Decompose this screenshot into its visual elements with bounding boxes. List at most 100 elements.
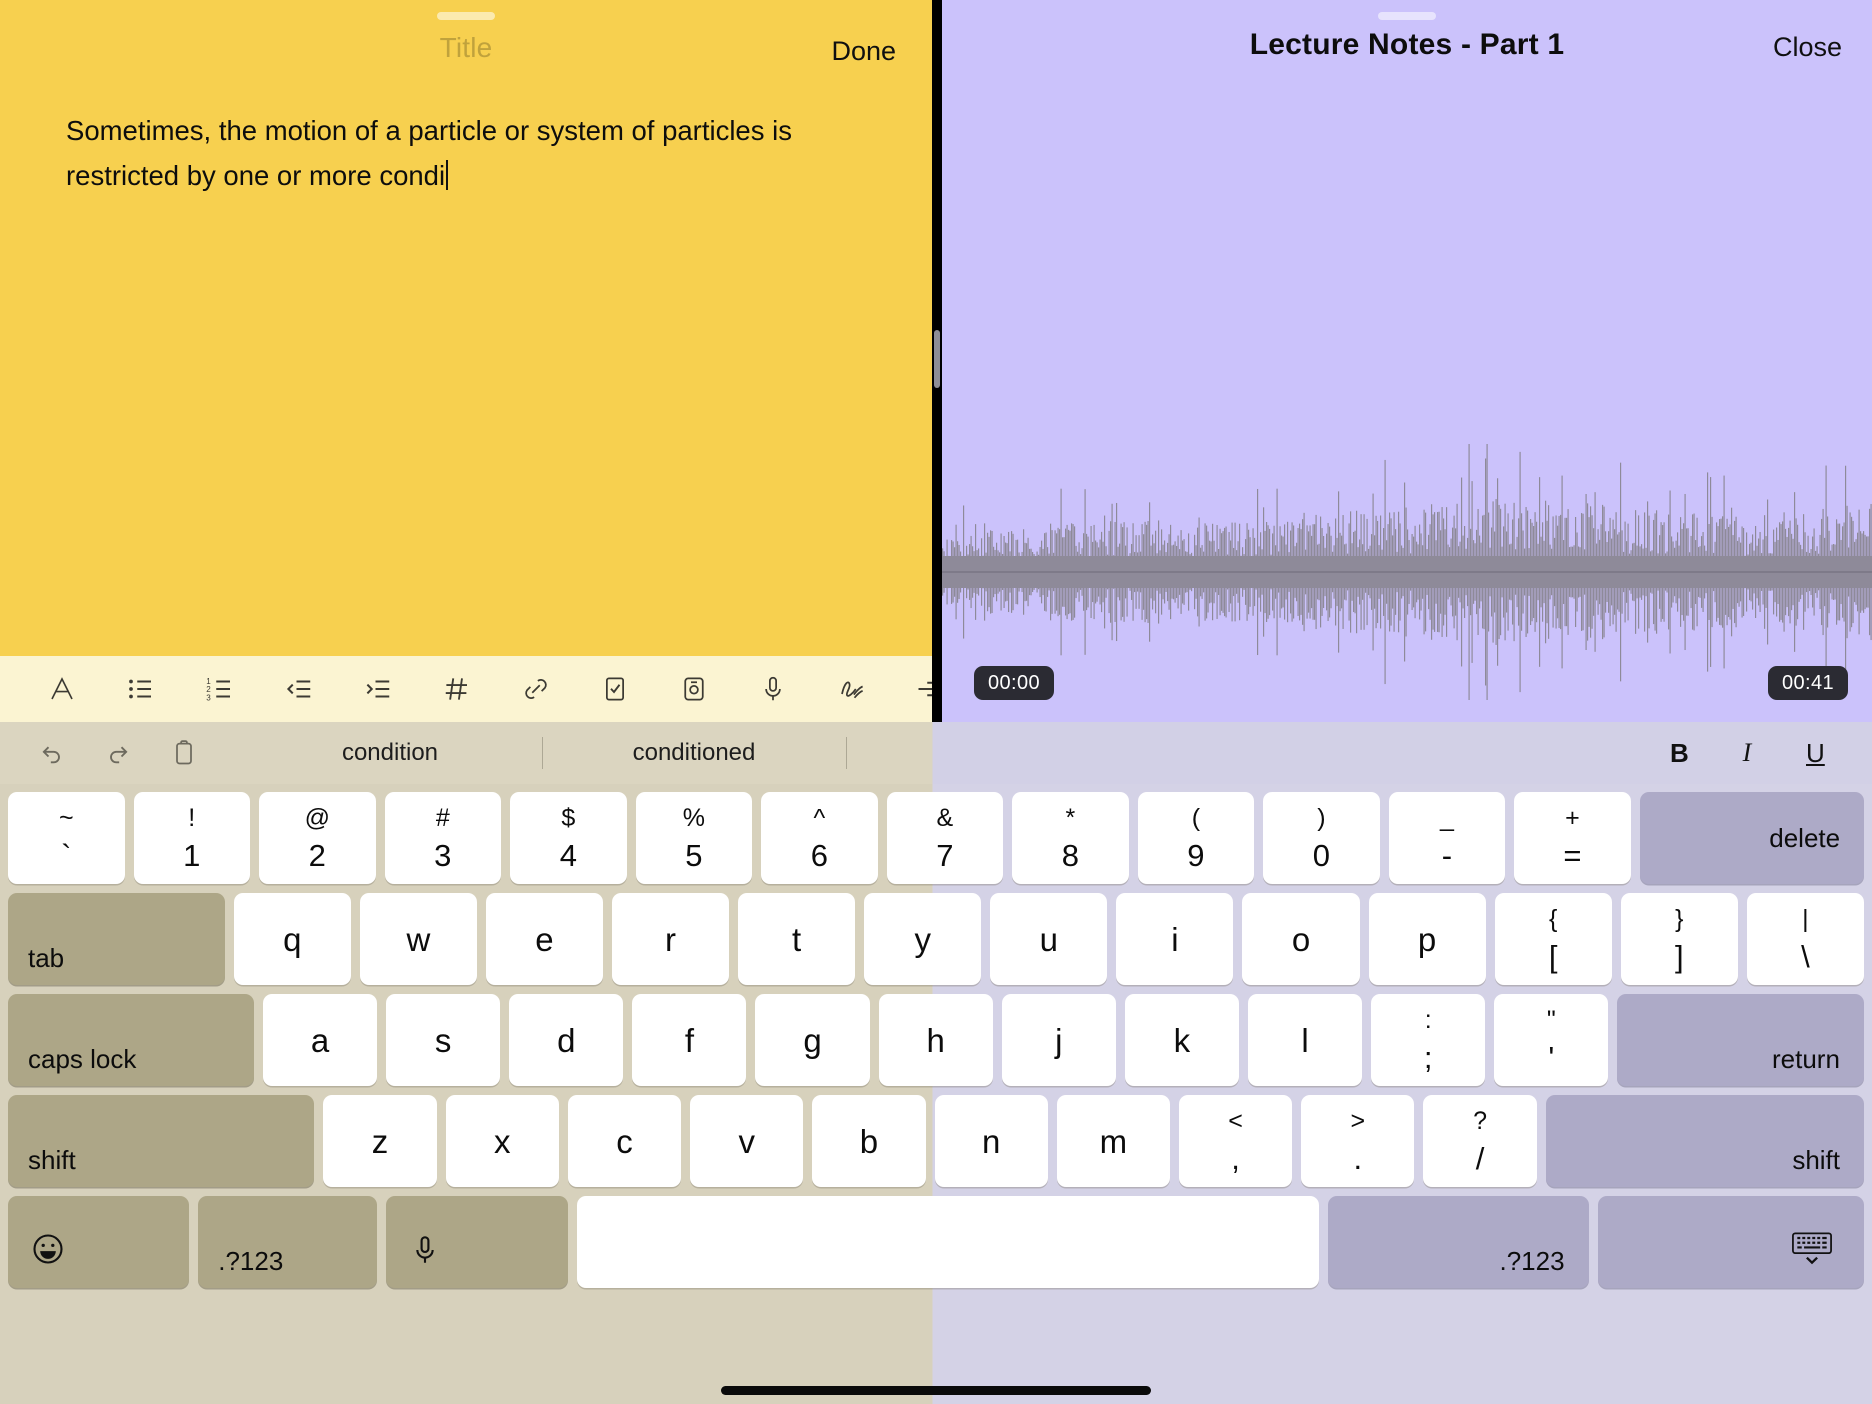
key-botx-1[interactable]: >. [1301, 1095, 1415, 1187]
key-bottom-glyph: 3 [434, 837, 452, 873]
numbers-key-right[interactable]: .?123 [1328, 1196, 1589, 1288]
key-num-7[interactable]: & 7 [886, 792, 1004, 884]
key-topx-0[interactable]: {[ [1494, 893, 1612, 985]
key-num-6[interactable]: ^ 6 [761, 792, 878, 884]
key-t[interactable]: t [738, 893, 856, 985]
key-w[interactable]: w [359, 893, 477, 985]
hide-keyboard-key[interactable] [1597, 1196, 1864, 1288]
key-top-glyph: | [1802, 904, 1809, 933]
key-top-glyph: ^ [813, 803, 826, 832]
underline-button[interactable]: U [1800, 737, 1830, 770]
key-y[interactable]: y [864, 893, 982, 985]
split-view-divider[interactable] [932, 0, 942, 722]
key-q[interactable]: q [233, 893, 351, 985]
key-h[interactable]: h [878, 994, 993, 1086]
bold-button[interactable]: B [1664, 737, 1694, 770]
key-x[interactable]: x [445, 1095, 559, 1187]
undo-icon[interactable] [32, 733, 72, 773]
key-a[interactable]: a [262, 994, 378, 1086]
suggestion-item-2[interactable] [846, 731, 1150, 775]
key-z[interactable]: z [323, 1095, 437, 1187]
key-e[interactable]: e [485, 893, 603, 985]
key-label: shift [1792, 1145, 1840, 1175]
key-u[interactable]: u [990, 893, 1108, 985]
suggestion-item-0[interactable]: condition [238, 731, 542, 775]
done-button[interactable]: Done [831, 36, 896, 67]
notes-header: Title Done [0, 0, 932, 92]
suggestion-item-1[interactable]: conditioned [542, 731, 846, 775]
delete-key[interactable]: delete [1639, 792, 1865, 884]
key-homex-1[interactable]: " ' [1494, 994, 1609, 1086]
paste-icon[interactable] [164, 733, 204, 773]
key-botx-0[interactable]: <, [1178, 1095, 1293, 1187]
key-g[interactable]: g [755, 994, 870, 1086]
close-button[interactable]: Close [1773, 32, 1842, 63]
key-num-11[interactable]: _ - [1388, 792, 1506, 884]
return-key[interactable]: return [1617, 994, 1864, 1086]
key-num-1[interactable]: ! 1 [133, 792, 251, 884]
space-key[interactable] [576, 1196, 1320, 1288]
key-bottom-glyph: 7 [936, 837, 954, 873]
key-top-glyph: } [1675, 904, 1684, 933]
key-i[interactable]: i [1116, 893, 1234, 985]
outdent-icon[interactable] [259, 656, 338, 722]
key-num-4[interactable]: $4 [510, 792, 627, 884]
tab-key[interactable]: tab [8, 893, 225, 985]
more-lines-icon[interactable] [891, 656, 932, 722]
redo-icon[interactable] [98, 733, 138, 773]
suggestion-list: condition conditioned [238, 722, 1664, 784]
italic-button[interactable]: I [1732, 737, 1762, 769]
key-homex-0[interactable]: :; [1371, 994, 1486, 1086]
key-r[interactable]: r [612, 893, 730, 985]
text-caret [446, 160, 449, 190]
key-p[interactable]: p [1368, 893, 1486, 985]
audio-waveform[interactable]: 00:00 00:41 [942, 0, 1872, 722]
numbers-key-left[interactable]: .?123 [198, 1196, 378, 1288]
indent-icon[interactable] [338, 656, 417, 722]
shift-left-key[interactable]: shift [8, 1095, 315, 1187]
key-s[interactable]: s [386, 994, 501, 1086]
key-topx-1[interactable]: }] [1620, 893, 1738, 985]
key-d[interactable]: d [509, 994, 624, 1086]
key-num-2[interactable]: @2 [259, 792, 376, 884]
key-m[interactable]: m [1056, 1095, 1170, 1187]
key-v[interactable]: v [690, 1095, 804, 1187]
caps-lock-key[interactable]: caps lock [8, 994, 254, 1086]
microphone-icon[interactable] [733, 656, 812, 722]
key-num-5[interactable]: % 5 [635, 792, 753, 884]
microphone-icon [408, 1233, 442, 1272]
key-l[interactable]: l [1247, 994, 1363, 1086]
bulleted-list-icon[interactable] [101, 656, 180, 722]
hashtag-icon[interactable] [417, 656, 496, 722]
numbered-list-icon[interactable]: 1 2 3 [180, 656, 259, 722]
note-body-text[interactable]: Sometimes, the motion of a particle or s… [66, 108, 872, 198]
link-icon[interactable] [496, 656, 575, 722]
text-format-icon[interactable] [22, 656, 101, 722]
audio-header: Lecture Notes - Part 1 Close [942, 0, 1872, 92]
key-j[interactable]: j [1001, 994, 1116, 1086]
key-o[interactable]: o [1242, 893, 1360, 985]
checkbox-icon[interactable] [575, 656, 654, 722]
key-n[interactable]: n [934, 1095, 1048, 1187]
key-num-3[interactable]: #3 [384, 792, 502, 884]
key-num-12[interactable]: + = [1514, 792, 1631, 884]
divider-drag-handle[interactable] [934, 330, 940, 388]
note-title-placeholder[interactable]: Title [0, 32, 932, 64]
key-num-10[interactable]: ) 0 [1263, 792, 1380, 884]
key-num-8[interactable]: * 8 [1012, 792, 1129, 884]
key-k[interactable]: k [1124, 994, 1239, 1086]
text-style-buttons: B I U [1664, 737, 1872, 770]
key-topx-2[interactable]: | \ [1746, 893, 1864, 985]
key-f[interactable]: f [632, 994, 747, 1086]
scribble-icon[interactable] [812, 656, 891, 722]
key-top-glyph: + [1565, 803, 1580, 832]
emoji-key[interactable] [8, 1196, 190, 1288]
key-botx-2[interactable]: ? / [1423, 1095, 1537, 1187]
key-num-9[interactable]: (9 [1137, 792, 1255, 884]
key-b[interactable]: b [812, 1095, 926, 1187]
shift-right-key[interactable]: shift [1545, 1095, 1864, 1187]
dictation-key[interactable] [386, 1196, 568, 1288]
camera-icon[interactable] [654, 656, 733, 722]
key-num-0[interactable]: ~ ` [8, 792, 125, 884]
key-c[interactable]: c [567, 1095, 682, 1187]
